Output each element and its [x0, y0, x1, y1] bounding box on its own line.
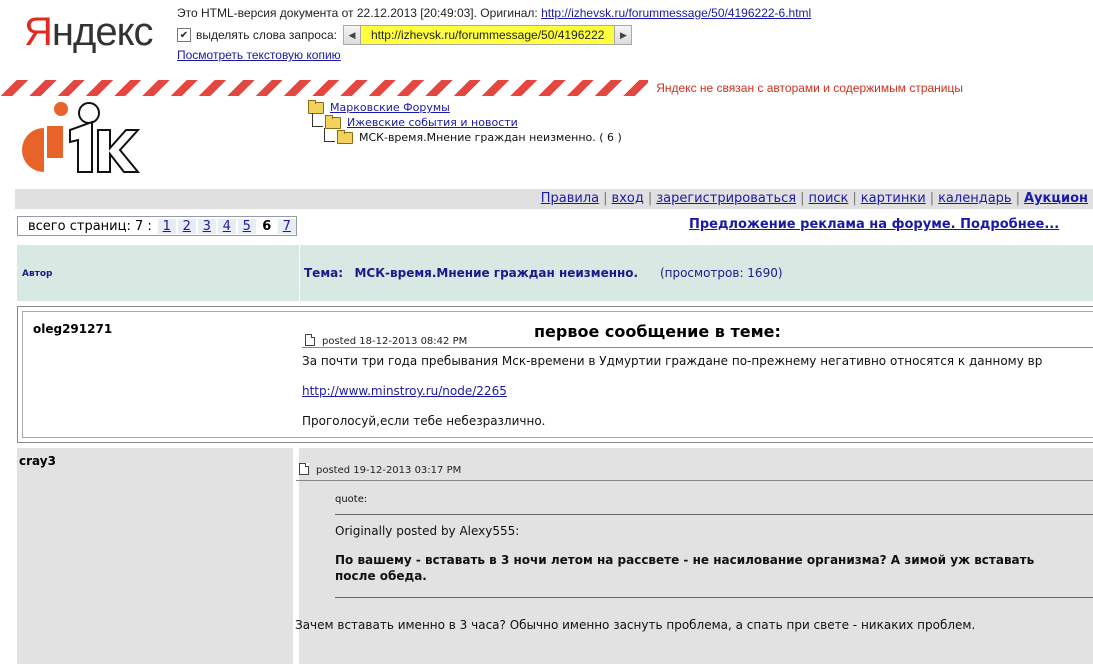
page-link-1[interactable]: 1	[163, 219, 171, 234]
breadcrumb-forums-link[interactable]: Марковские Форумы	[330, 101, 450, 114]
highlight-row: ✔ выделять слова запроса: ◀ http://izhev…	[177, 24, 633, 46]
thread-topic: Тема: МСК-время.Мнение граждан неизменно…	[304, 266, 783, 280]
post: oleg291271 posted 18-12-2013 08:42 PM пе…	[17, 306, 1093, 443]
breadcrumb: Марковские Форумы Ижевские события и нов…	[308, 99, 622, 145]
post-header: posted 18-12-2013 08:42 PM первое сообще…	[302, 321, 1093, 348]
original-url-link[interactable]: http://izhevsk.ru/forummessage/50/419622…	[541, 6, 811, 20]
nav-login-link[interactable]: вход	[612, 191, 644, 206]
arrow-right-icon[interactable]: ▶	[614, 25, 633, 45]
nav-auction-link[interactable]: Аукцион	[1024, 191, 1088, 206]
nav-search-link[interactable]: поиск	[808, 191, 848, 206]
promo-link[interactable]: Предложение реклама на форуме. Подробнее…	[689, 217, 1059, 232]
page-link-5[interactable]: 5	[243, 219, 251, 234]
breadcrumb-item: Ижевские события и новости	[308, 112, 622, 130]
page-link-4[interactable]: 4	[223, 219, 231, 234]
quote-label: quote:	[335, 494, 1093, 515]
quote-block: quote: Originally posted by Alexy555: По…	[335, 494, 1093, 598]
nav-rules-link[interactable]: Правила	[541, 191, 599, 206]
post-date: posted 19-12-2013 03:17 PM	[316, 465, 462, 476]
breadcrumb-current-topic: МСК-время.Мнение граждан неизменно. ( 6 …	[359, 131, 622, 144]
post-link[interactable]: http://www.minstroy.ru/node/2265	[302, 384, 507, 398]
nav-register-link[interactable]: зарегистрироваться	[656, 191, 796, 206]
post-text: Зачем вставать именно в 3 часа? Обычно и…	[295, 618, 976, 632]
forum-navbar: Правила | вход | зарегистрироваться | поиск | ка…	[15, 189, 1093, 209]
nav-links: Правила | вход | зарегистрироваться | поиск | ка…	[540, 191, 1088, 206]
checkbox-icon[interactable]: ✔	[177, 28, 191, 42]
post-body: За почти три года пребывания Мск-времени…	[302, 354, 1093, 444]
query-navigator: ◀ http://izhevsk.ru/forummessage/50/4196…	[342, 25, 633, 45]
forum-logo[interactable]	[14, 100, 144, 176]
yandex-disclaimer: Яндекс не связан с авторами и содержимым…	[648, 80, 1093, 96]
pagination-label: всего страниц: 7 :	[28, 218, 152, 234]
author-column-header: Автор	[22, 269, 53, 279]
post-header: posted 19-12-2013 03:17 PM	[296, 456, 1093, 481]
nav-calendar-link[interactable]: календарь	[938, 191, 1012, 206]
cache-info-text: Это HTML-версия документа от 22.12.2013 …	[177, 6, 538, 20]
post-text: За почти три года пребывания Мск-времени…	[302, 354, 1043, 368]
quote-text: По вашему - вставать в 3 ночи летом на р…	[335, 552, 1093, 598]
breadcrumb-item: МСК-время.Мнение граждан неизменно. ( 6 …	[308, 127, 622, 145]
nav-pictures-link[interactable]: картинки	[861, 191, 926, 206]
folder-open-icon	[337, 129, 353, 144]
post-date: posted 18-12-2013 08:42 PM	[322, 336, 468, 347]
pagination: всего страниц: 7 : 1 2 3 4 5 6 7	[17, 216, 297, 236]
yandex-logo[interactable]: Яндекс	[24, 10, 154, 55]
breadcrumb-item: Марковские Форумы	[308, 99, 622, 115]
query-url-field[interactable]: http://izhevsk.ru/forummessage/50/419622…	[360, 25, 615, 45]
post-author[interactable]: cray3	[19, 454, 56, 468]
page-current: 6	[257, 218, 276, 234]
first-message-label: первое сообщение в теме:	[534, 322, 781, 341]
topic-label: Тема:	[304, 266, 344, 280]
yandex-cache-header: Яндекс Это HTML-версия документа от 22.1…	[0, 0, 1093, 80]
page-link-3[interactable]: 3	[203, 219, 211, 234]
text-copy-link[interactable]: Посмотреть текстовую копию	[177, 48, 341, 62]
thread-header: Автор Тема: МСК-время.Мнение граждан неи…	[17, 245, 1093, 301]
document-icon	[305, 333, 315, 346]
cache-info: Это HTML-версия документа от 22.12.2013 …	[177, 6, 811, 20]
breadcrumb-events-link[interactable]: Ижевские события и новости	[347, 116, 518, 129]
post-author[interactable]: oleg291271	[33, 322, 112, 336]
topic-title: МСК-время.Мнение граждан неизменно.	[354, 266, 639, 280]
arrow-left-icon[interactable]: ◀	[342, 25, 361, 45]
view-count: (просмотров: 1690)	[659, 266, 783, 280]
page-link-7[interactable]: 7	[283, 219, 291, 234]
quote-author: Originally posted by Alexy555:	[335, 524, 520, 538]
post: cray3 posted 19-12-2013 03:17 PM quote: …	[17, 448, 1093, 664]
page-link-2[interactable]: 2	[183, 219, 191, 234]
post-text: Проголосуй,если тебе небезразлично.	[302, 414, 546, 428]
highlight-label: выделять слова запроса:	[196, 28, 337, 42]
document-icon	[299, 462, 309, 475]
